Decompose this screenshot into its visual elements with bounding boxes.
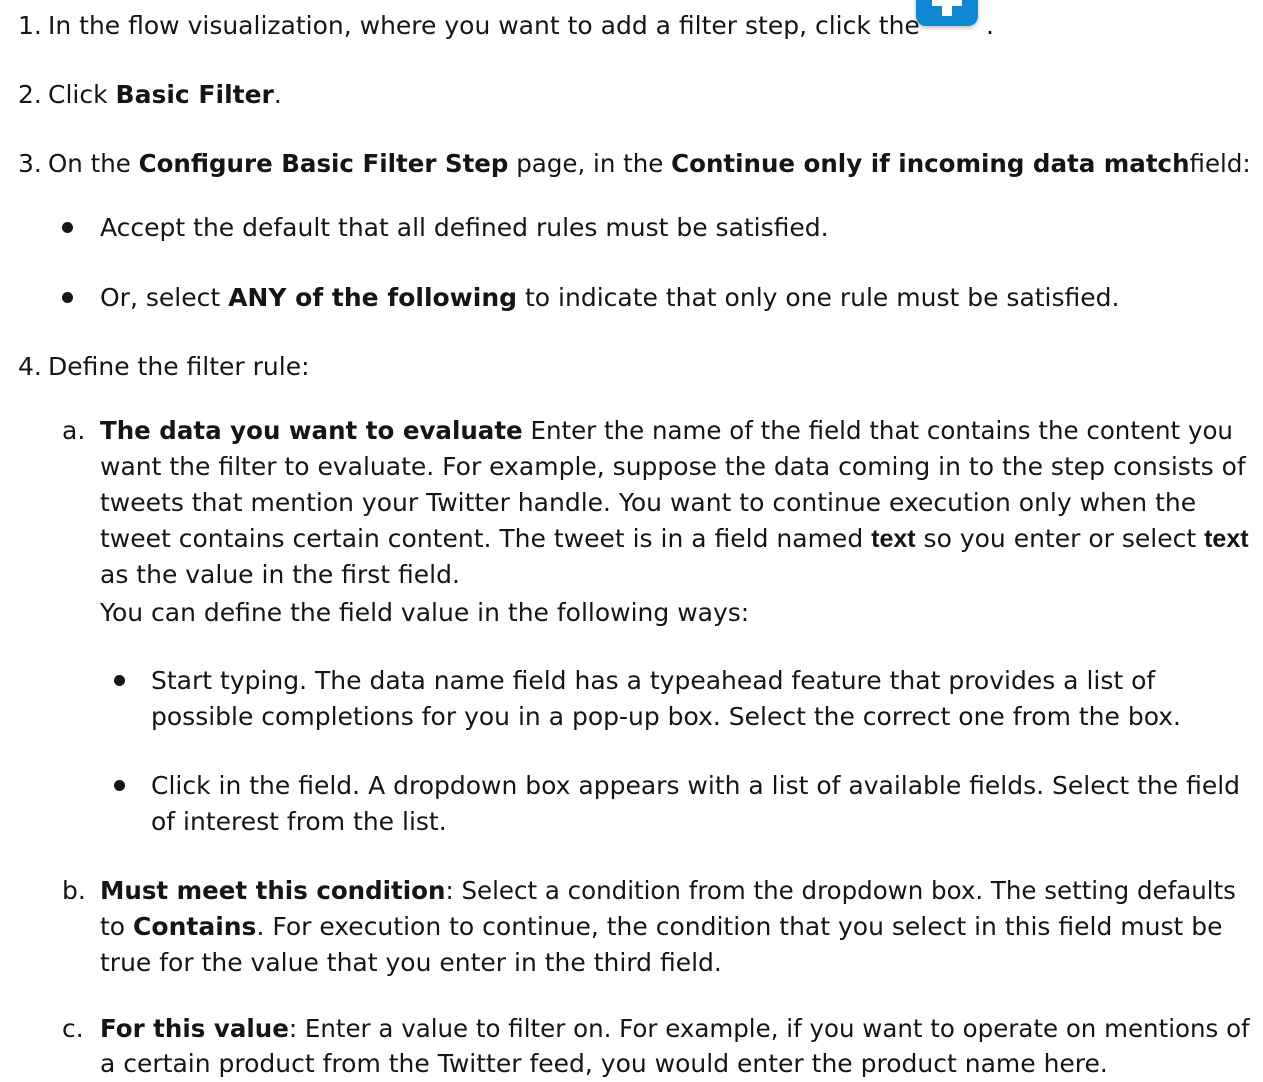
substep-a-bullet-1-line-1: Start typing. The data name field has a … — [151, 666, 1156, 695]
bullet-icon — [114, 675, 125, 686]
step-3-text: On the Configure Basic Filter Step page,… — [48, 149, 1251, 178]
substep-c-line-1: For this value: Enter a value to filter … — [100, 1014, 1250, 1043]
substep-a-letter: a. — [62, 416, 86, 445]
condition-label: Must meet this condition — [100, 876, 446, 905]
substep-b-letter: b. — [62, 876, 86, 905]
substep-c-line-2: a certain product from the Twitter feed,… — [100, 1049, 1108, 1078]
step-1-number: 1. — [18, 11, 42, 40]
substep-b-line-3: true for the value that you enter in the… — [100, 948, 722, 977]
text-field-name: text — [871, 525, 916, 553]
for-this-value-label: For this value — [100, 1014, 289, 1043]
bullet-icon — [62, 222, 73, 233]
step-3-bullet-1: Accept the default that all defined rule… — [100, 213, 829, 242]
step-3-number: 3. — [18, 149, 42, 178]
step-4-text: Define the filter rule: — [48, 352, 310, 381]
basic-filter-label: Basic Filter — [115, 80, 274, 109]
substep-a-bullet-2-line-1: Click in the field. A dropdown box appea… — [151, 771, 1241, 800]
data-to-evaluate-label: The data you want to evaluate — [100, 416, 523, 445]
text-field-name: text — [1204, 525, 1249, 553]
substep-a-line-5: as the value in the first field. — [100, 560, 460, 589]
substep-a-line-4: tweet contains certain content. The twee… — [100, 524, 1249, 553]
step-2-text: Click Basic Filter. — [48, 80, 282, 109]
substep-a-line-6: You can define the field value in the fo… — [100, 598, 750, 627]
step-4-number: 4. — [18, 352, 42, 381]
substep-b-line-2: to Contains. For execution to continue, … — [100, 912, 1223, 941]
substep-a-line-1: The data you want to evaluate Enter the … — [100, 416, 1233, 445]
step-1-text: In the flow visualization, where you wan… — [48, 11, 920, 40]
bullet-icon — [62, 292, 73, 303]
bullet-icon — [114, 780, 125, 791]
step-1-period: . — [986, 11, 994, 40]
document: 1. In the flow visualization, where you … — [0, 0, 1263, 1080]
step-3-bullet-2: Or, select ANY of the following to indic… — [100, 283, 1120, 312]
substep-a-bullet-2-line-2: of interest from the list. — [151, 807, 447, 836]
contains-label: Contains — [133, 912, 257, 941]
any-of-following-label: ANY of the following — [228, 283, 518, 312]
substep-a-bullet-1-line-2: possible completions for you in a pop-up… — [151, 702, 1181, 731]
continue-field-label: Continue only if incoming data match — [671, 149, 1190, 178]
step-2-number: 2. — [18, 80, 42, 109]
substep-a-line-3: tweets that mention your Twitter handle.… — [100, 488, 1197, 517]
plus-icon — [916, 0, 978, 26]
substep-c-letter: c. — [62, 1014, 84, 1043]
substep-b-line-1: Must meet this condition: Select a condi… — [100, 876, 1236, 905]
configure-step-label: Configure Basic Filter Step — [138, 149, 509, 178]
substep-a-line-2: want the filter to evaluate. For example… — [100, 452, 1246, 481]
